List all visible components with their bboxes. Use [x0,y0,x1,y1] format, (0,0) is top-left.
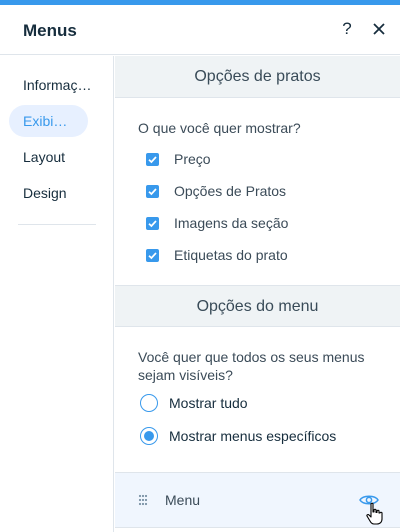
question-mark-icon: ? [342,19,352,38]
settings-content: Opções de pratos O que você quer mostrar… [115,56,400,532]
checkbox-label: Opções de Pratos [174,183,287,199]
panel-header: Menus ? [0,5,400,55]
radio-label: Mostrar menus específicos [169,428,337,444]
sidebar-nav: Informações Exibição Layout Design [0,56,114,532]
sidebar-divider [18,224,96,225]
sidebar-item-design[interactable]: Design [9,177,107,209]
menu-list-item[interactable]: Menu [115,472,400,528]
radio-label: Mostrar tudo [169,395,248,411]
menu-item-name: Menu [165,492,201,508]
drag-handle-icon[interactable] [138,494,148,506]
checkbox-checked-icon [146,216,159,230]
menu-options-header: Opções do menu [115,285,400,327]
checkbox-label: Imagens da seção [174,215,289,231]
radio-selected-icon [140,427,158,445]
radio-unselected-icon [140,394,158,412]
checkbox-label: Preço [174,151,211,167]
checkbox-dish-labels[interactable]: Etiquetas do prato [146,245,288,265]
dish-options-question: O que você quer mostrar? [138,120,301,136]
panel-title: Menus [23,21,77,40]
help-button[interactable]: ? [338,18,356,40]
sidebar-item-display[interactable]: Exibição [9,105,88,137]
menu-options-question: Você quer que todos os seus menus sejam … [138,349,365,383]
checkbox-checked-icon [146,248,159,262]
radio-show-specific[interactable]: Mostrar menus específicos [140,426,336,446]
sidebar-item-layout[interactable]: Layout [9,141,107,173]
hand-pointer-icon [366,502,383,525]
checkbox-price[interactable]: Preço [146,149,211,169]
checkbox-dish-options[interactable]: Opções de Pratos [146,181,286,201]
close-button[interactable] [369,18,389,40]
radio-show-all[interactable]: Mostrar tudo [140,393,248,413]
dish-options-header: Opções de pratos [115,56,400,98]
sidebar-item-info[interactable]: Informações [9,69,107,101]
checkbox-label: Etiquetas do prato [174,247,288,263]
checkbox-checked-icon [146,184,159,198]
close-icon [373,23,385,35]
checkbox-section-images[interactable]: Imagens da seção [146,213,288,233]
checkbox-checked-icon [146,152,159,166]
